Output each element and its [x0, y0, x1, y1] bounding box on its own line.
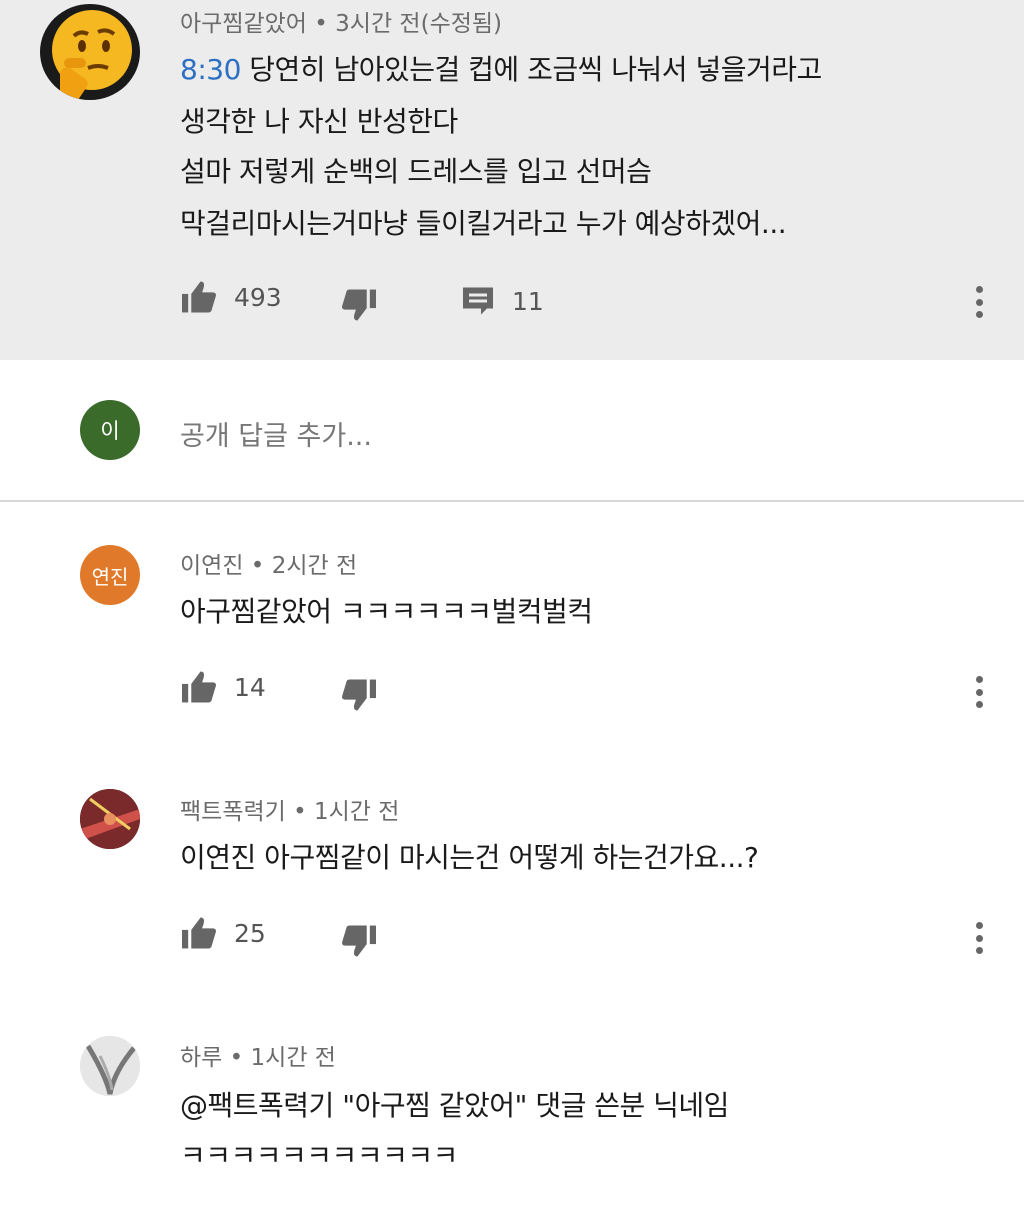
thinking-face-icon	[52, 10, 132, 100]
like-count: 14	[234, 672, 266, 702]
avatar-image	[80, 1036, 140, 1096]
comment-text: 막걸리마시는거마냥 들이킬거라고 누가 예상하겠어...	[180, 207, 787, 240]
comment-text: 이연진 아구찜같이 마시는건 어떻게 하는건가요...?	[180, 841, 759, 874]
comment-author[interactable]: 팩트폭력기	[180, 799, 286, 825]
comment-meta: 팩트폭력기 • 1시간 전	[180, 792, 399, 826]
comment-text-line: 8:30 당연히 남아있는걸 컵에 조금씩 나눠서 넣을거라고	[180, 48, 822, 88]
comment-text: 생각한 나 자신 반성한다	[180, 105, 458, 138]
comment-text: 설마 저렇게 순백의 드레스를 입고 선머슴	[180, 155, 652, 188]
meta-separator: •	[285, 799, 315, 825]
avatar: 이	[80, 400, 140, 460]
thumbs-up-icon	[182, 281, 216, 313]
thumbs-up-icon	[182, 917, 216, 949]
thumbs-down-icon	[342, 679, 376, 711]
avatar[interactable]	[40, 4, 140, 100]
dislike-button[interactable]	[340, 678, 378, 712]
public-reply-input[interactable]: 공개 답글 추가...	[180, 414, 372, 453]
dislike-button[interactable]	[340, 924, 378, 958]
comment-time: 1시간 전	[250, 1045, 336, 1071]
comment-meta: 아구찜같았어 • 3시간 전(수정됨)	[180, 4, 502, 38]
comment-time: 2시간 전	[271, 553, 358, 579]
like-count: 25	[234, 918, 266, 948]
thumbs-down-icon	[342, 289, 376, 321]
timestamp-link[interactable]: 8:30	[180, 53, 241, 86]
like-button[interactable]: 14	[180, 670, 266, 704]
more-vert-icon[interactable]	[966, 282, 992, 322]
like-count: 493	[234, 282, 282, 312]
avatar-initial: 연진	[91, 564, 129, 589]
meta-separator: •	[222, 1045, 251, 1071]
comment-author[interactable]: 하루	[180, 1045, 222, 1071]
comment-meta: 이연진 • 2시간 전	[180, 546, 357, 580]
comment-text: 당연히 남아있는걸 컵에 조금씩 나눠서 넣을거라고	[240, 53, 822, 86]
avatar[interactable]	[80, 1036, 140, 1096]
dislike-button[interactable]	[340, 288, 378, 322]
avatar[interactable]: 연진	[80, 545, 140, 605]
thumbs-down-icon	[342, 925, 376, 957]
thumbs-up-icon	[182, 671, 216, 703]
reply-input-row	[0, 360, 1024, 502]
like-button[interactable]: 25	[180, 916, 266, 950]
comment-time: 1시간 전	[314, 799, 400, 825]
comment-text: @팩트폭력기 "아구찜 같았어" 댓글 쓴분 닉네임	[180, 1089, 729, 1122]
reply-count: 11	[512, 286, 544, 316]
meta-separator: •	[243, 553, 272, 579]
like-button[interactable]: 493	[180, 280, 282, 314]
avatar[interactable]	[80, 789, 140, 849]
reply-count-button[interactable]: 11	[460, 284, 544, 318]
comment-text: 아구찜같았어 ㅋㅋㅋㅋㅋㅋ벌컥벌컥	[180, 595, 593, 628]
meta-separator: •	[306, 11, 336, 37]
comment-author[interactable]: 이연진	[180, 553, 243, 579]
more-vert-icon[interactable]	[966, 672, 992, 712]
comment-text: ㅋㅋㅋㅋㅋㅋㅋㅋㅋㅋㅋ	[180, 1139, 458, 1172]
comment-meta: 하루 • 1시간 전	[180, 1038, 336, 1072]
comment-time: 3시간 전(수정됨)	[335, 11, 503, 37]
comment-author[interactable]: 아구찜같았어	[180, 11, 307, 37]
more-vert-icon[interactable]	[966, 918, 992, 958]
highlighted-comment: 아구찜같았어 • 3시간 전(수정됨) 8:30 당연히 남아있는걸 컵에 조금…	[0, 0, 1024, 360]
reply-comment-icon	[463, 287, 493, 315]
avatar-initial: 이	[100, 419, 120, 443]
avatar-image	[80, 789, 140, 849]
